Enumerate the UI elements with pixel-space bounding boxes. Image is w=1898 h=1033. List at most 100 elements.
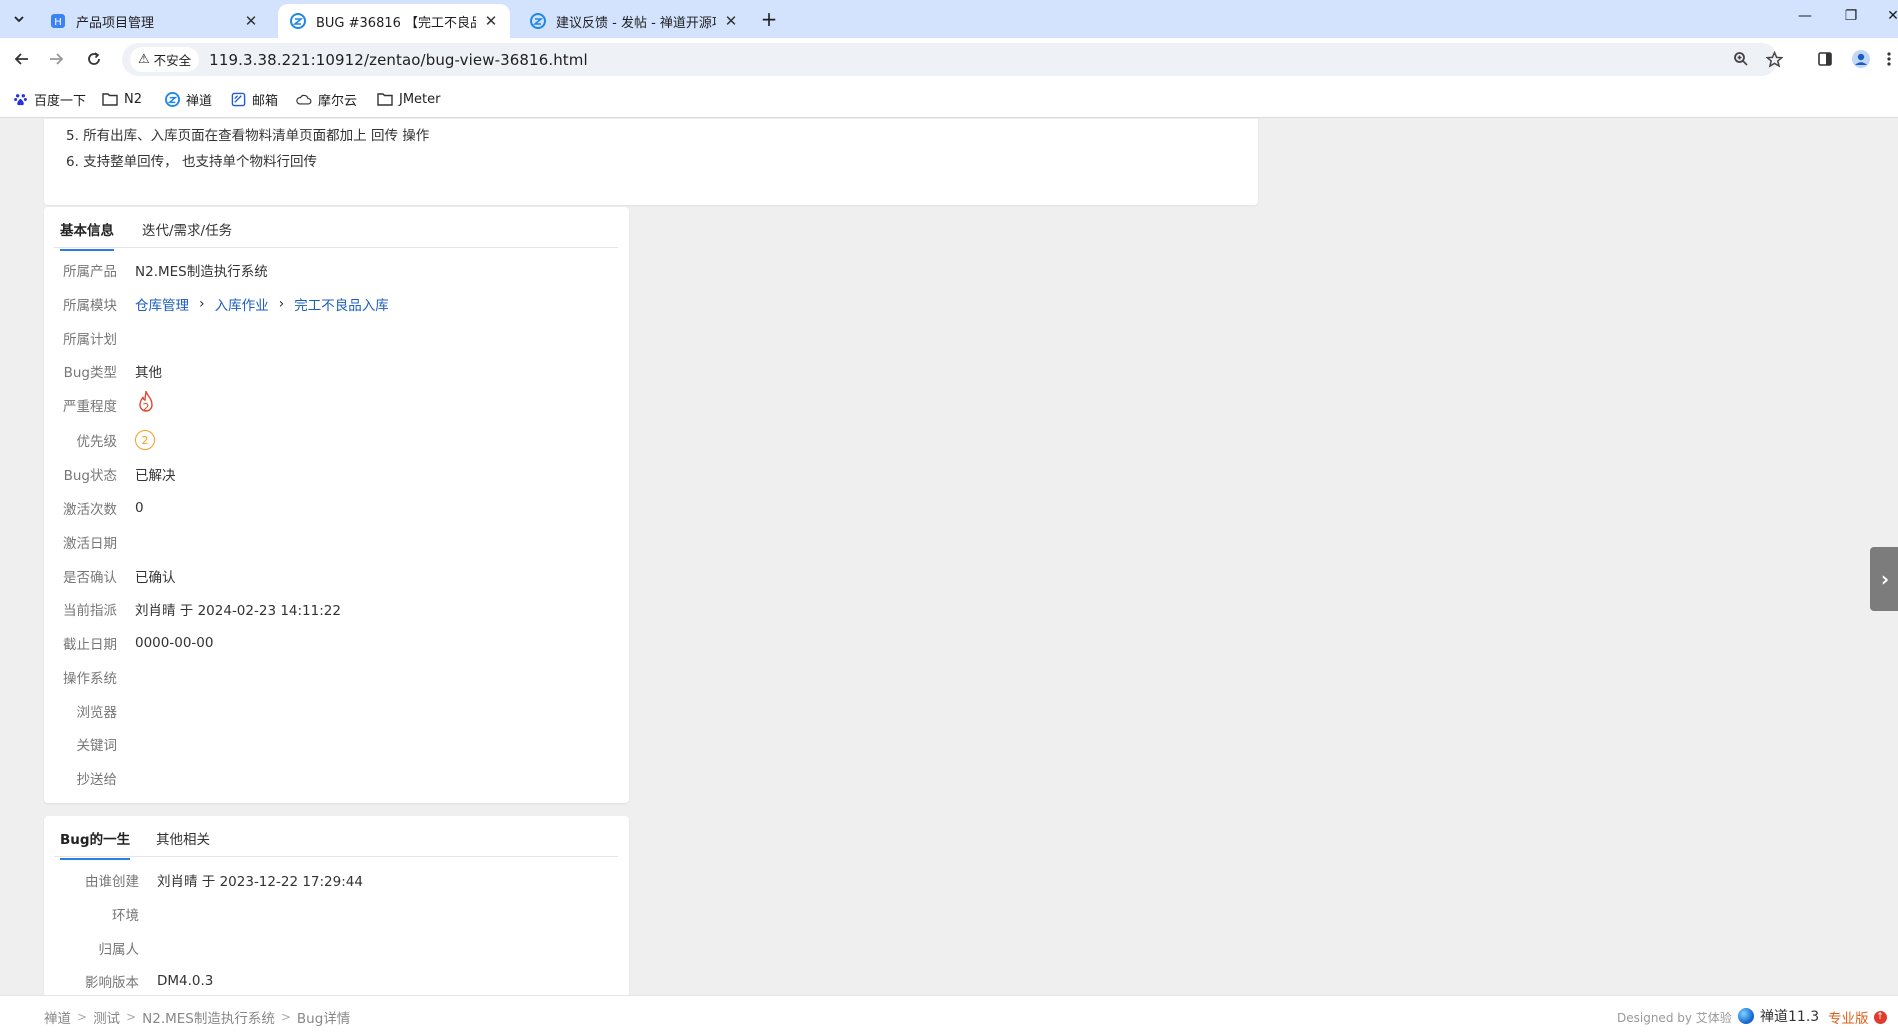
globe-icon	[1738, 1008, 1754, 1024]
field-confirmed: 是否确认 已确认	[44, 566, 176, 586]
bug-life-card: Bug的一生 其他相关 由谁创建 刘肖晴 于 2023-12-22 17:29:…	[44, 816, 629, 995]
bookmark-label: 百度一下	[34, 93, 87, 109]
back-button[interactable]	[10, 47, 34, 71]
field-value: 已确认	[135, 570, 176, 586]
tab-title: 建议反馈 - 发帖 - 禅道开源项目	[556, 15, 716, 31]
cloud-icon	[296, 91, 312, 107]
side-panel-icon[interactable]	[1813, 47, 1837, 71]
tab-search-button[interactable]	[6, 7, 32, 31]
close-window-button[interactable]: ✕	[1878, 8, 1898, 30]
mail-icon	[230, 91, 246, 107]
severity-value: 2	[135, 390, 157, 417]
module-link-inbound[interactable]: 入库作业	[215, 294, 269, 314]
field-label: 所属计划	[63, 332, 117, 348]
field-value: DM4.0.3	[157, 973, 214, 989]
field-value: 其他	[135, 365, 162, 381]
field-keywords: 关键词	[44, 734, 118, 754]
browser-tab-feedback[interactable]: 建议反馈 - 发帖 - 禅道开源项目 ✕	[518, 4, 750, 38]
field-module: 所属模块 仓库管理 › 入库作业 › 完工不良品入库	[44, 294, 389, 314]
tab-iteration-story-task[interactable]: 迭代/需求/任务	[142, 219, 232, 249]
field-created-by: 由谁创建 刘肖晴 于 2023-12-22 17:29:44	[44, 870, 363, 890]
new-tab-button[interactable]: +	[758, 9, 780, 31]
field-affected-build: 影响版本 DM4.0.3	[44, 971, 213, 991]
page-footer: 禅道 > 测试 > N2.MES制造执行系统 > Bug详情 Designed …	[0, 995, 1898, 1033]
breadcrumb-product[interactable]: N2.MES制造执行系统	[142, 1007, 275, 1027]
page-content: 5. 所有出库、入库页面在查看物料清单页面都加上 回传 操作 6. 支持整单回传…	[0, 119, 1898, 995]
field-label: 影响版本	[85, 975, 139, 991]
bookmark-zentao[interactable]: 禅道	[164, 89, 212, 109]
field-label: Bug类型	[63, 365, 117, 381]
field-label: 浏览器	[76, 705, 118, 721]
severity-number: 2	[142, 401, 150, 414]
breadcrumb-separator: >	[77, 1010, 88, 1024]
field-label: 优先级	[76, 434, 118, 450]
close-icon[interactable]: ✕	[242, 12, 260, 30]
url-text[interactable]: 119.3.38.221:10912/zentao/bug-view-36816…	[209, 51, 588, 69]
minimize-button[interactable]: —	[1790, 8, 1820, 30]
priority-badge: 2	[135, 430, 155, 450]
designed-by: Designed by 艾体验	[1617, 1011, 1732, 1025]
field-label: 截止日期	[63, 637, 117, 653]
security-label: 不安全	[153, 53, 192, 68]
breadcrumb-zentao[interactable]: 禅道	[44, 1007, 71, 1027]
chevron-right-icon: ›	[1880, 567, 1890, 591]
security-chip[interactable]: ⚠ 不安全	[130, 47, 200, 72]
breadcrumb-test[interactable]: 测试	[93, 1007, 120, 1027]
field-label: 抄送给	[76, 772, 118, 788]
browser-tab-bug[interactable]: BUG #36816 【完工不良品入库 ✕	[278, 4, 510, 38]
breadcrumb-separator: >	[280, 1010, 291, 1024]
zentao-version[interactable]: 禅道11.3	[1738, 1006, 1819, 1026]
field-value: 刘肖晴 于 2023-12-22 17:29:44	[157, 874, 363, 890]
profile-avatar-icon[interactable]	[1849, 47, 1873, 71]
edition-link[interactable]: 专业版 ↑	[1828, 1007, 1887, 1027]
field-value: 0000-00-00	[135, 635, 214, 651]
zentao-icon	[164, 91, 180, 107]
close-icon[interactable]: ✕	[482, 12, 500, 30]
field-label: 激活次数	[63, 502, 117, 518]
folder-icon	[377, 91, 393, 107]
baidu-icon	[12, 91, 28, 107]
product-link[interactable]: N2.MES制造执行系统	[135, 260, 268, 280]
module-link-warehouse[interactable]: 仓库管理	[135, 294, 189, 314]
bookmark-moer-cloud[interactable]: 摩尔云	[296, 89, 357, 109]
field-label: 是否确认	[63, 570, 117, 586]
side-panel-toggle[interactable]: ›	[1870, 547, 1898, 611]
field-os: 操作系统	[44, 667, 117, 687]
close-icon[interactable]: ✕	[722, 12, 740, 30]
bookmark-label: 摩尔云	[318, 93, 358, 109]
field-label: 激活日期	[63, 536, 117, 552]
bookmark-label: N2	[124, 91, 142, 107]
bookmark-baidu[interactable]: 百度一下	[12, 89, 86, 109]
address-bar[interactable]: ⚠ 不安全 119.3.38.221:10912/zentao/bug-view…	[122, 43, 1783, 76]
browser-toolbar: ⚠ 不安全 119.3.38.221:10912/zentao/bug-view…	[0, 38, 1898, 80]
tab-bug-life[interactable]: Bug的一生	[60, 828, 131, 860]
zentao-icon	[290, 13, 306, 29]
field-label: 操作系统	[63, 671, 117, 687]
reload-button[interactable]	[82, 47, 106, 71]
field-status: Bug状态 已解决	[44, 464, 176, 484]
hub-icon: H	[50, 13, 66, 29]
bookmark-n2[interactable]: N2	[102, 89, 142, 109]
bookmark-jmeter[interactable]: JMeter	[377, 89, 441, 109]
bookmark-mail[interactable]: 邮箱	[230, 89, 278, 109]
footer-breadcrumb: 禅道 > 测试 > N2.MES制造执行系统 > Bug详情	[44, 1007, 350, 1027]
breadcrumb-current: Bug详情	[296, 1011, 351, 1027]
field-priority: 优先级 2	[44, 430, 155, 450]
field-label: 由谁创建	[85, 874, 139, 890]
menu-icon[interactable]	[1882, 47, 1896, 71]
restore-button[interactable]: ❐	[1836, 8, 1866, 30]
module-link-defective-inbound[interactable]: 完工不良品入库	[294, 294, 389, 314]
basic-info-tabs: 基本信息 迭代/需求/任务	[54, 207, 618, 251]
field-label: 归属人	[98, 942, 140, 958]
tab-title: BUG #36816 【完工不良品入库	[316, 15, 476, 31]
browser-tab-product-project[interactable]: H 产品项目管理 ✕	[38, 4, 270, 38]
priority-value: 2	[135, 430, 155, 450]
tab-basic-info[interactable]: 基本信息	[60, 219, 114, 251]
forward-button[interactable]	[44, 47, 68, 71]
field-activated-count: 激活次数 0	[44, 498, 144, 518]
field-assigned-to: 当前指派 刘肖晴 于 2024-02-23 14:11:22	[44, 599, 341, 619]
zoom-icon[interactable]	[1729, 47, 1753, 71]
star-icon[interactable]	[1762, 47, 1786, 71]
tab-other-related[interactable]: 其他相关	[156, 828, 210, 858]
module-breadcrumb: 仓库管理 › 入库作业 › 完工不良品入库	[135, 294, 389, 314]
